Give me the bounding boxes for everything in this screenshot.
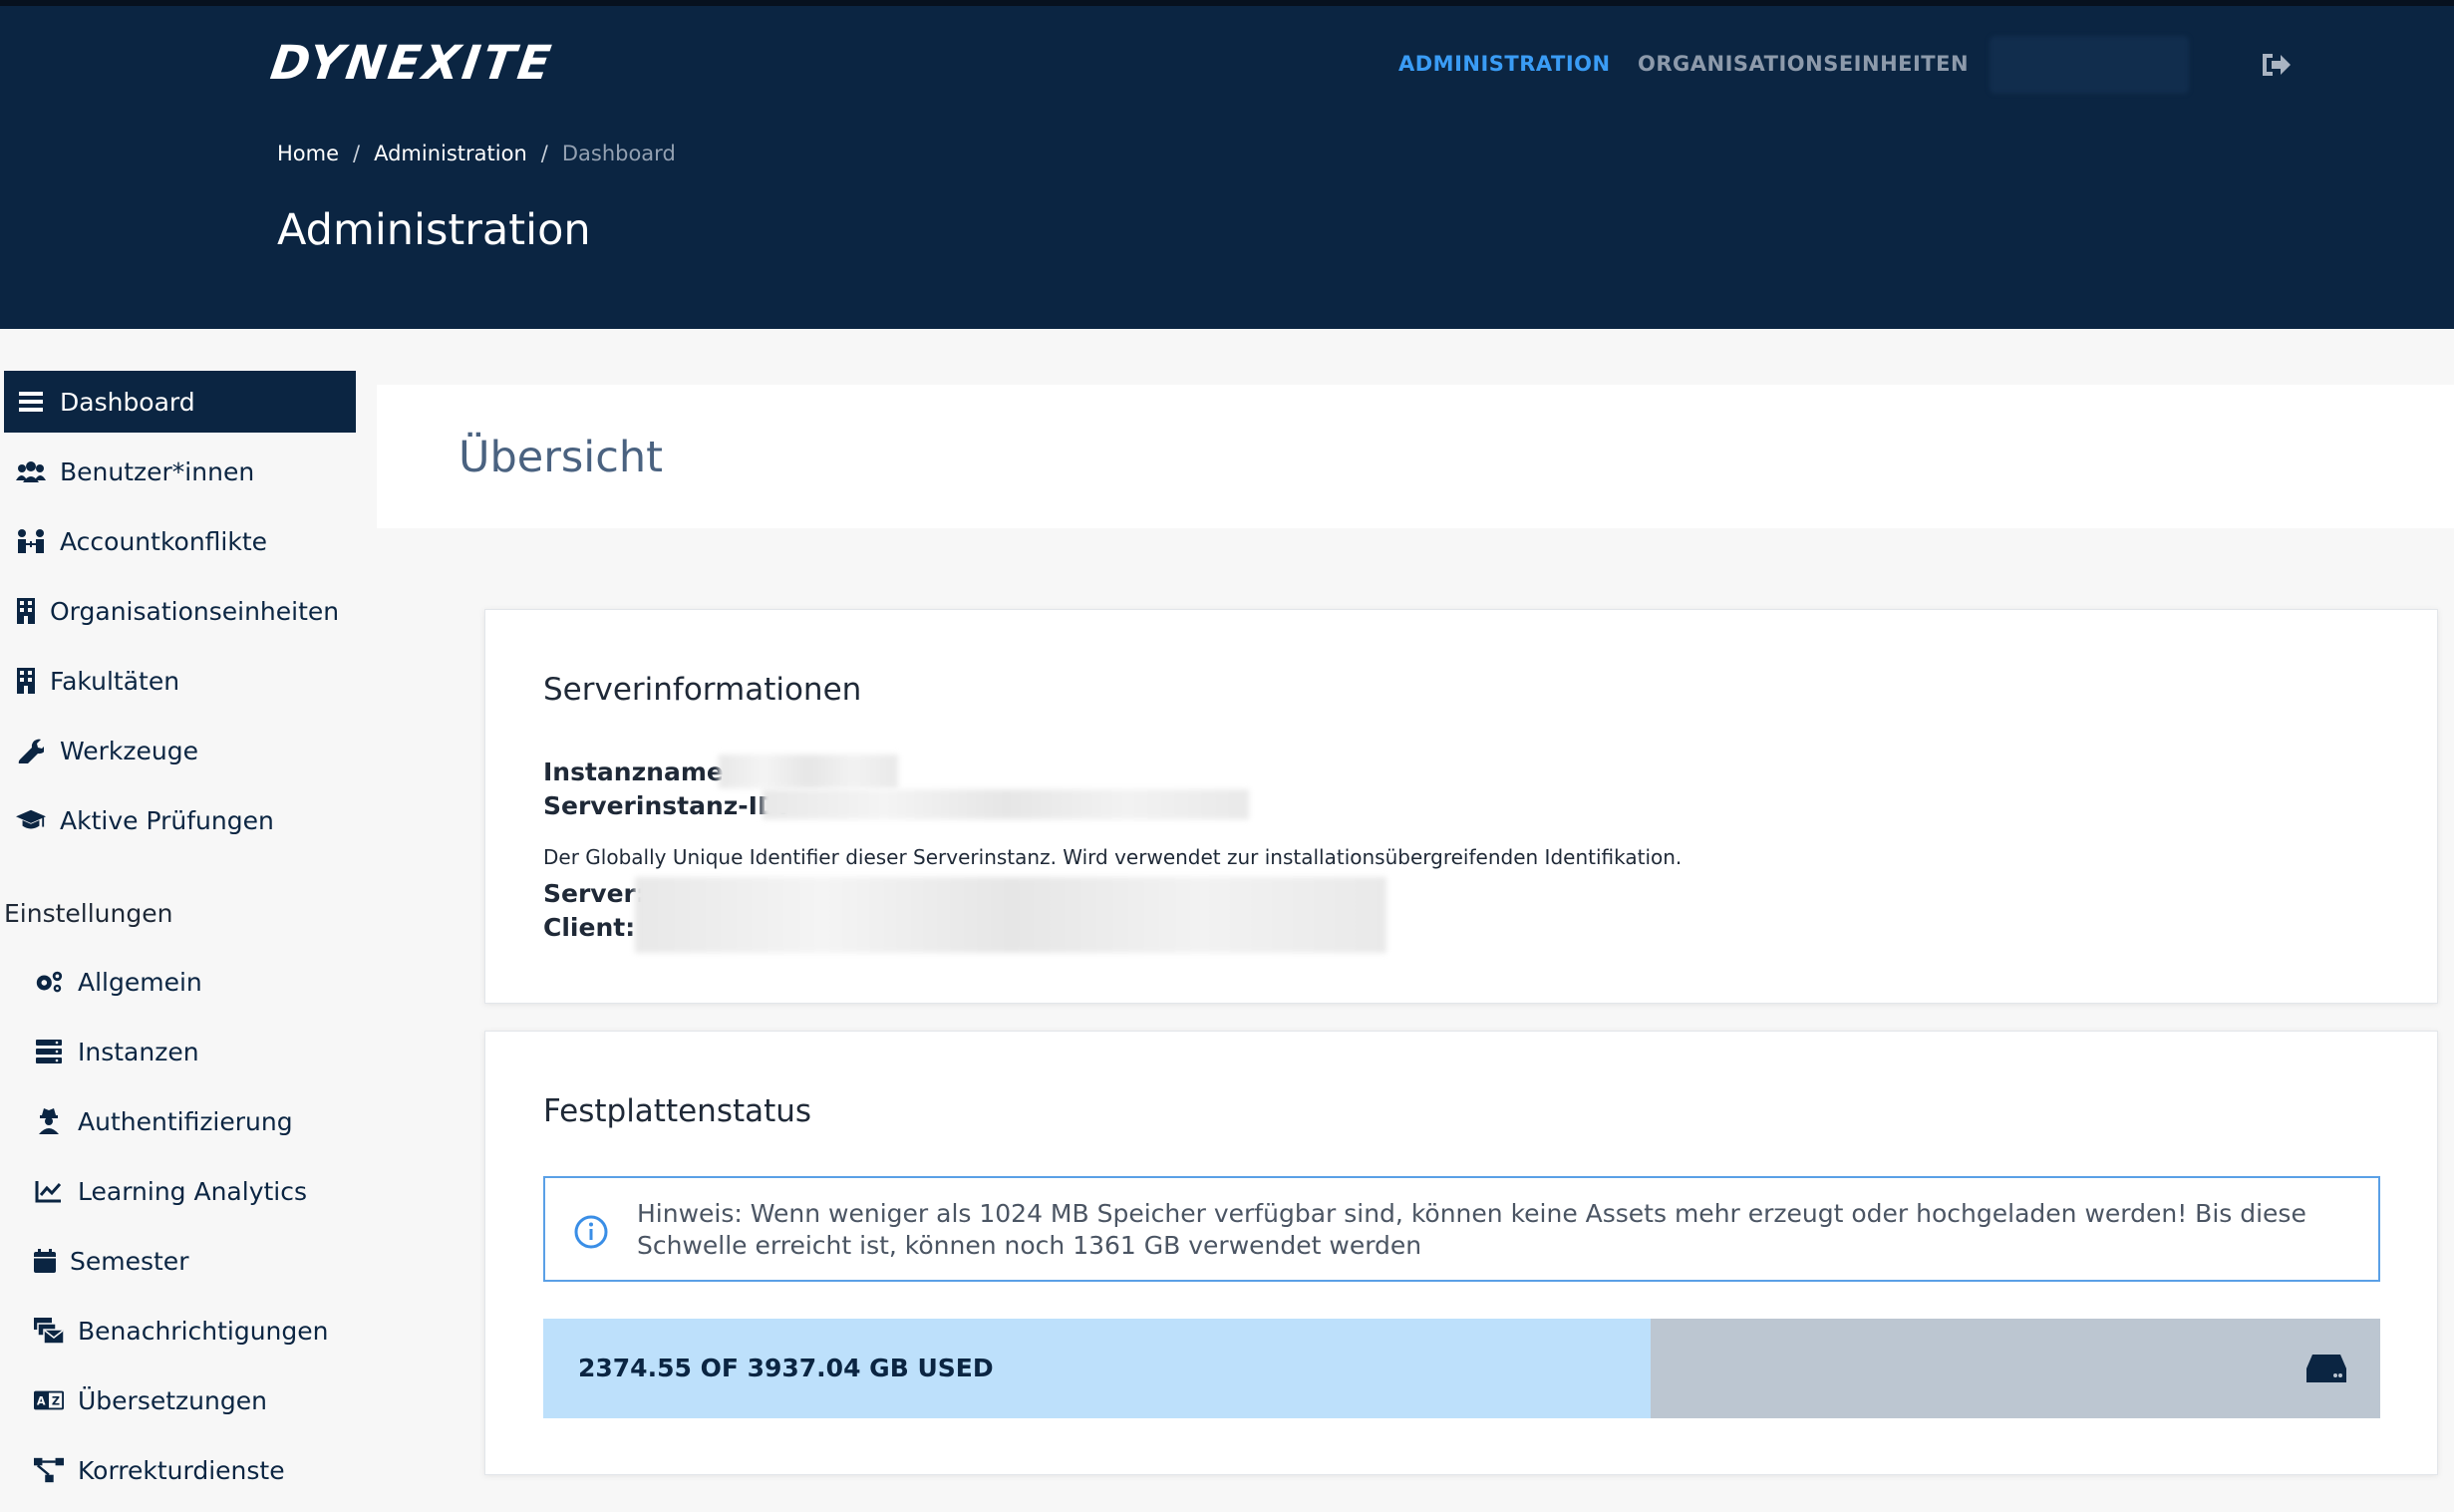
svg-text:A: A <box>37 1395 46 1408</box>
disk-hint-text: Hinweis: Wenn weniger als 1024 MB Speich… <box>637 1199 2306 1260</box>
sidebar-item-allgemein[interactable]: Allgemein <box>4 951 356 1013</box>
disk-usage-text: 2374.55 OF 3937.04 GB USED <box>578 1354 994 1382</box>
sidebar-item-label: Allgemein <box>78 967 202 997</box>
version-values-redacted <box>635 877 1386 953</box>
sidebar-item-label: Aktive Prüfungen <box>60 805 274 835</box>
sidebar-item-label: Organisationseinheiten <box>50 596 340 626</box>
top-header: DYNEXITE ADMINISTRATION ORGANISATIONSEIN… <box>0 0 2454 329</box>
breadcrumb-home[interactable]: Home <box>277 142 339 165</box>
graduation-cap-icon <box>16 805 46 835</box>
sidebar-item-aktive-pruefungen[interactable]: Aktive Prüfungen <box>4 789 356 851</box>
overview-title: Übersicht <box>459 433 664 482</box>
sidebar-item-label: Benutzer*innen <box>60 456 255 486</box>
sidebar-item-label: Übersetzungen <box>78 1385 267 1415</box>
sidebar-item-instanzen[interactable]: Instanzen <box>4 1021 356 1082</box>
user-secret-icon <box>34 1106 64 1136</box>
disk-usage-bar: 2374.55 OF 3937.04 GB USED <box>543 1319 2380 1418</box>
instance-name-value-redacted <box>719 755 898 788</box>
disk-hint-box: Hinweis: Wenn weniger als 1024 MB Speich… <box>543 1176 2380 1282</box>
user-menu-redacted[interactable] <box>1990 36 2189 94</box>
sidebar-item-label: Authentifizierung <box>78 1106 293 1136</box>
breadcrumb-administration[interactable]: Administration <box>374 142 527 165</box>
building-icon <box>16 596 36 626</box>
users-icon <box>16 456 46 486</box>
nav-administration[interactable]: ADMINISTRATION <box>1398 52 1611 76</box>
sidebar-item-label: Fakultäten <box>50 666 180 696</box>
breadcrumb-separator: / <box>353 142 361 165</box>
sidebar-item-label: Werkzeuge <box>60 736 198 765</box>
instance-id-label: Serverinstanz-ID: <box>543 791 788 820</box>
settings-heading: Einstellungen <box>4 899 173 928</box>
overview-header: Übersicht <box>377 385 2454 528</box>
project-diagram-icon <box>34 1455 64 1485</box>
server-info-card: Serverinformationen Instanzname: Serveri… <box>484 609 2438 1004</box>
sidebar-item-organisationseinheiten[interactable]: Organisationseinheiten <box>4 580 356 642</box>
sidebar-item-label: Accountkonflikte <box>60 526 268 556</box>
sidebar-item-learning-analytics[interactable]: Learning Analytics <box>4 1160 356 1222</box>
server-icon <box>34 1037 64 1066</box>
page-title: Administration <box>277 205 591 255</box>
sidebar-item-label: Korrekturdienste <box>78 1455 285 1485</box>
instance-id-value-redacted <box>763 789 1249 819</box>
sidebar-item-label: Dashboard <box>60 387 195 417</box>
chart-line-icon <box>34 1176 64 1206</box>
disk-status-card: Festplattenstatus Hinweis: Wenn weniger … <box>484 1031 2438 1475</box>
breadcrumb-current: Dashboard <box>561 142 676 165</box>
logout-icon[interactable] <box>2259 50 2293 80</box>
sidebar-item-label: Instanzen <box>78 1037 199 1066</box>
language-icon: AZ <box>34 1385 64 1415</box>
sidebar-item-uebersetzungen[interactable]: AZ Übersetzungen <box>4 1369 356 1431</box>
client-version-label: Client: <box>543 913 636 942</box>
sidebar-item-werkzeuge[interactable]: Werkzeuge <box>4 720 356 781</box>
svg-text:Z: Z <box>52 1395 60 1408</box>
sidebar-item-label: Semester <box>70 1246 189 1276</box>
sidebar-item-benutzer[interactable]: Benutzer*innen <box>4 441 356 502</box>
breadcrumb-separator: / <box>540 142 548 165</box>
sidebar-item-label: Benachrichtigungen <box>78 1316 329 1346</box>
sidebar-item-semester[interactable]: Semester <box>4 1230 356 1292</box>
wrench-icon <box>16 736 46 765</box>
nav-organisationseinheiten[interactable]: ORGANISATIONSEINHEITEN <box>1638 52 1969 76</box>
instance-name-label: Instanzname: <box>543 757 734 786</box>
calendar-icon <box>34 1246 56 1276</box>
sidebar-item-benachrichtigungen[interactable]: Benachrichtigungen <box>4 1300 356 1361</box>
server-info-title: Serverinformationen <box>543 672 862 708</box>
breadcrumb: Home / Administration / Dashboard <box>277 142 676 165</box>
building-icon <box>16 666 36 696</box>
hard-drive-icon <box>2306 1355 2346 1382</box>
sidebar-item-accountkonflikte[interactable]: Accountkonflikte <box>4 510 356 572</box>
sidebar-item-dashboard[interactable]: Dashboard <box>4 371 356 433</box>
dynexite-logo[interactable]: DYNEXITE <box>267 36 556 91</box>
sidebar-item-authentifizierung[interactable]: Authentifizierung <box>4 1090 356 1152</box>
info-icon <box>574 1215 608 1249</box>
instance-id-hint: Der Globally Unique Identifier dieser Se… <box>543 845 1683 869</box>
user-conflict-icon <box>16 526 46 556</box>
sidebar-item-korrekturdienste[interactable]: Korrekturdienste <box>4 1439 356 1501</box>
sidebar-item-label: Learning Analytics <box>78 1176 308 1206</box>
list-icon <box>16 387 46 417</box>
disk-status-title: Festplattenstatus <box>543 1093 812 1129</box>
server-version-label: Server: <box>543 879 646 908</box>
mail-bulk-icon <box>34 1316 64 1346</box>
sidebar-item-fakultaeten[interactable]: Fakultäten <box>4 650 356 712</box>
gears-icon <box>34 967 64 997</box>
